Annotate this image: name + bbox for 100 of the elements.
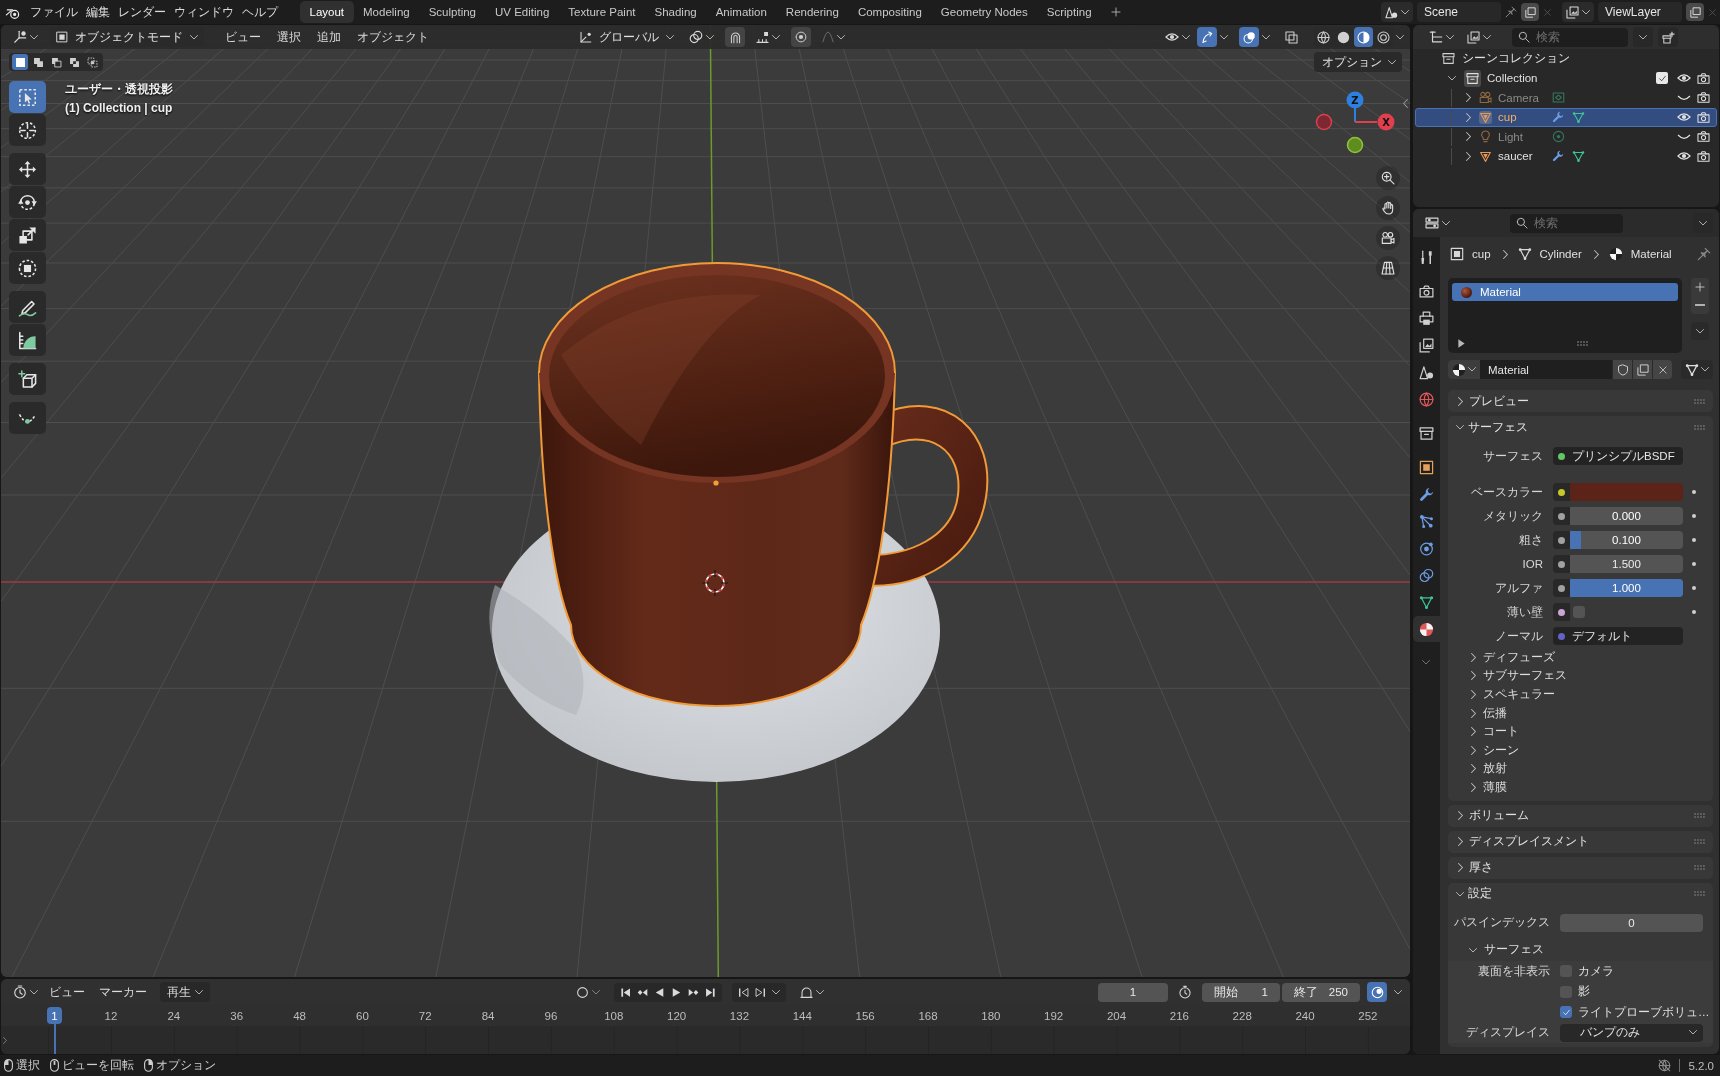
unlink-button[interactable]	[1652, 360, 1672, 379]
number-field[interactable]: 0	[1560, 913, 1703, 932]
wrench-icon[interactable]	[1552, 111, 1564, 124]
subpanel-title[interactable]: コート	[1483, 724, 1519, 740]
copy-button[interactable]	[1521, 3, 1539, 21]
snapping-toggle[interactable]	[1367, 982, 1387, 1002]
triangle-mesh-icon[interactable]	[1572, 149, 1585, 163]
menu-item[interactable]: 編集	[82, 2, 114, 22]
tool-button[interactable]	[9, 324, 46, 356]
subpanel-title[interactable]: シーン	[1483, 742, 1519, 758]
search-field[interactable]: 検索	[1512, 27, 1628, 47]
number-field[interactable]: 1.500	[1570, 555, 1683, 573]
tool-button[interactable]	[9, 186, 46, 218]
tool-button[interactable]	[9, 219, 46, 251]
checkbox[interactable]	[1560, 1006, 1572, 1018]
workspace-tab[interactable]: Texture Paint	[558, 1, 645, 23]
dropdown-field[interactable]: バンプのみ	[1560, 1023, 1703, 1042]
menu-item[interactable]: ビュー	[42, 982, 92, 1002]
cup-on-saucer[interactable]	[489, 262, 989, 782]
chevron-right-icon[interactable]	[1471, 764, 1476, 774]
chevron-right-icon[interactable]	[1466, 151, 1471, 161]
zoom-button[interactable]	[1376, 166, 1400, 190]
triangle-mesh-icon[interactable]	[1572, 110, 1585, 124]
copy-button[interactable]	[1686, 3, 1704, 21]
checkbox-label[interactable]: 影	[1578, 984, 1590, 999]
tree-item-label[interactable]: Light	[1498, 130, 1523, 143]
caret-icon[interactable]	[1422, 660, 1430, 665]
subpanel-title[interactable]: ディフューズ	[1483, 649, 1555, 665]
menu-item[interactable]: ビュー	[218, 27, 268, 47]
caret-icon[interactable]	[772, 989, 780, 995]
snap-toggle[interactable]	[725, 27, 745, 47]
tree-item-label[interactable]: Collection	[1487, 72, 1538, 85]
camera-icon[interactable]	[1697, 149, 1710, 163]
chevron-right-icon[interactable]	[1471, 727, 1476, 737]
chevron-right-icon[interactable]	[1471, 652, 1476, 662]
camera-icon[interactable]	[1697, 130, 1710, 144]
subpanel-title[interactable]: 薄膜	[1483, 779, 1507, 795]
socket-button[interactable]	[1553, 579, 1570, 597]
caret-icon[interactable]	[1262, 34, 1270, 40]
tool-button[interactable]	[9, 363, 46, 395]
triangle-icon[interactable]	[1458, 339, 1465, 348]
options-dropdown[interactable]: オプション	[1314, 52, 1402, 72]
tree-item-label[interactable]: Camera	[1498, 91, 1539, 104]
drag-handle-icon[interactable]	[1694, 891, 1705, 897]
caret-icon[interactable]	[1396, 34, 1404, 40]
properties-tab[interactable]	[1413, 616, 1440, 642]
skip-end-icon[interactable]	[705, 986, 716, 998]
socket-button[interactable]	[1553, 507, 1570, 525]
menu-item[interactable]: ファイル	[26, 2, 82, 22]
play-icon[interactable]	[671, 986, 682, 998]
camera-view-button[interactable]	[1376, 226, 1400, 250]
rounded-square-icon[interactable]	[1552, 91, 1565, 105]
keyframe-dot-icon[interactable]	[1692, 514, 1696, 518]
panel-title[interactable]: 厚さ	[1469, 859, 1493, 877]
pin-icon[interactable]	[1505, 6, 1517, 18]
pin-icon[interactable]	[1697, 247, 1711, 261]
drag-handle-icon[interactable]	[1694, 424, 1705, 430]
selection-mode-button[interactable]	[84, 54, 100, 70]
tool-button[interactable]	[9, 402, 46, 434]
menu-item[interactable]: オブジェクト	[350, 27, 436, 47]
play-reverse-icon[interactable]	[654, 986, 665, 998]
socket-button[interactable]	[1553, 531, 1570, 549]
chevron-down-icon[interactable]	[1469, 947, 1477, 952]
view-layer-type-button[interactable]	[1562, 2, 1594, 22]
tree-item-label[interactable]: cup	[1498, 111, 1517, 124]
panel-title[interactable]: ボリューム	[1469, 807, 1529, 825]
current-frame-field[interactable]: 1	[1098, 982, 1168, 1002]
projection-button[interactable]	[1376, 256, 1400, 280]
orientation-dropdown[interactable]: グローバル	[575, 27, 678, 47]
checkbox[interactable]	[1573, 606, 1585, 618]
checkbox-label[interactable]: カメラ	[1578, 963, 1614, 979]
tool-button[interactable]	[9, 81, 46, 113]
menu-item[interactable]: 追加	[310, 27, 348, 47]
workspace-tab[interactable]: Scripting	[1037, 1, 1102, 23]
workspace-tab[interactable]: Sculpting	[419, 1, 486, 23]
tool-button[interactable]	[9, 291, 46, 323]
chevron-down-icon[interactable]	[1448, 76, 1456, 81]
chevron-right-icon[interactable]	[1458, 837, 1463, 847]
chevron-right-icon[interactable]	[1471, 782, 1476, 792]
chevron-right-icon[interactable]	[1466, 112, 1471, 122]
gizmo-toggle[interactable]	[1197, 27, 1217, 47]
chevron-right-icon[interactable]	[1471, 690, 1476, 699]
view-layer-name-field[interactable]: ViewLayer	[1598, 2, 1682, 22]
chevron-right-icon[interactable]	[1471, 708, 1476, 718]
workspace-tab[interactable]: Modeling	[353, 1, 420, 23]
slider-field[interactable]: 0.000	[1570, 507, 1683, 525]
caret-icon[interactable]	[1394, 989, 1402, 995]
keyframe-dot-icon[interactable]	[1692, 538, 1696, 542]
workspace-tab[interactable]: Geometry Nodes	[931, 1, 1038, 23]
socket-button[interactable]	[1553, 483, 1570, 501]
chevron-right-icon[interactable]	[1466, 132, 1471, 142]
subpanel-title[interactable]: 放射	[1483, 761, 1507, 777]
shading-mode-button[interactable]	[1354, 27, 1373, 47]
drag-handle-icon[interactable]	[1694, 865, 1705, 871]
duplicate-button[interactable]	[1632, 360, 1652, 379]
tree-item-label[interactable]: saucer	[1498, 150, 1533, 163]
tool-button[interactable]	[9, 252, 46, 284]
search-field[interactable]: 検索	[1510, 213, 1623, 233]
browse-material-button[interactable]	[1448, 360, 1480, 379]
pan-button[interactable]	[1376, 196, 1400, 220]
